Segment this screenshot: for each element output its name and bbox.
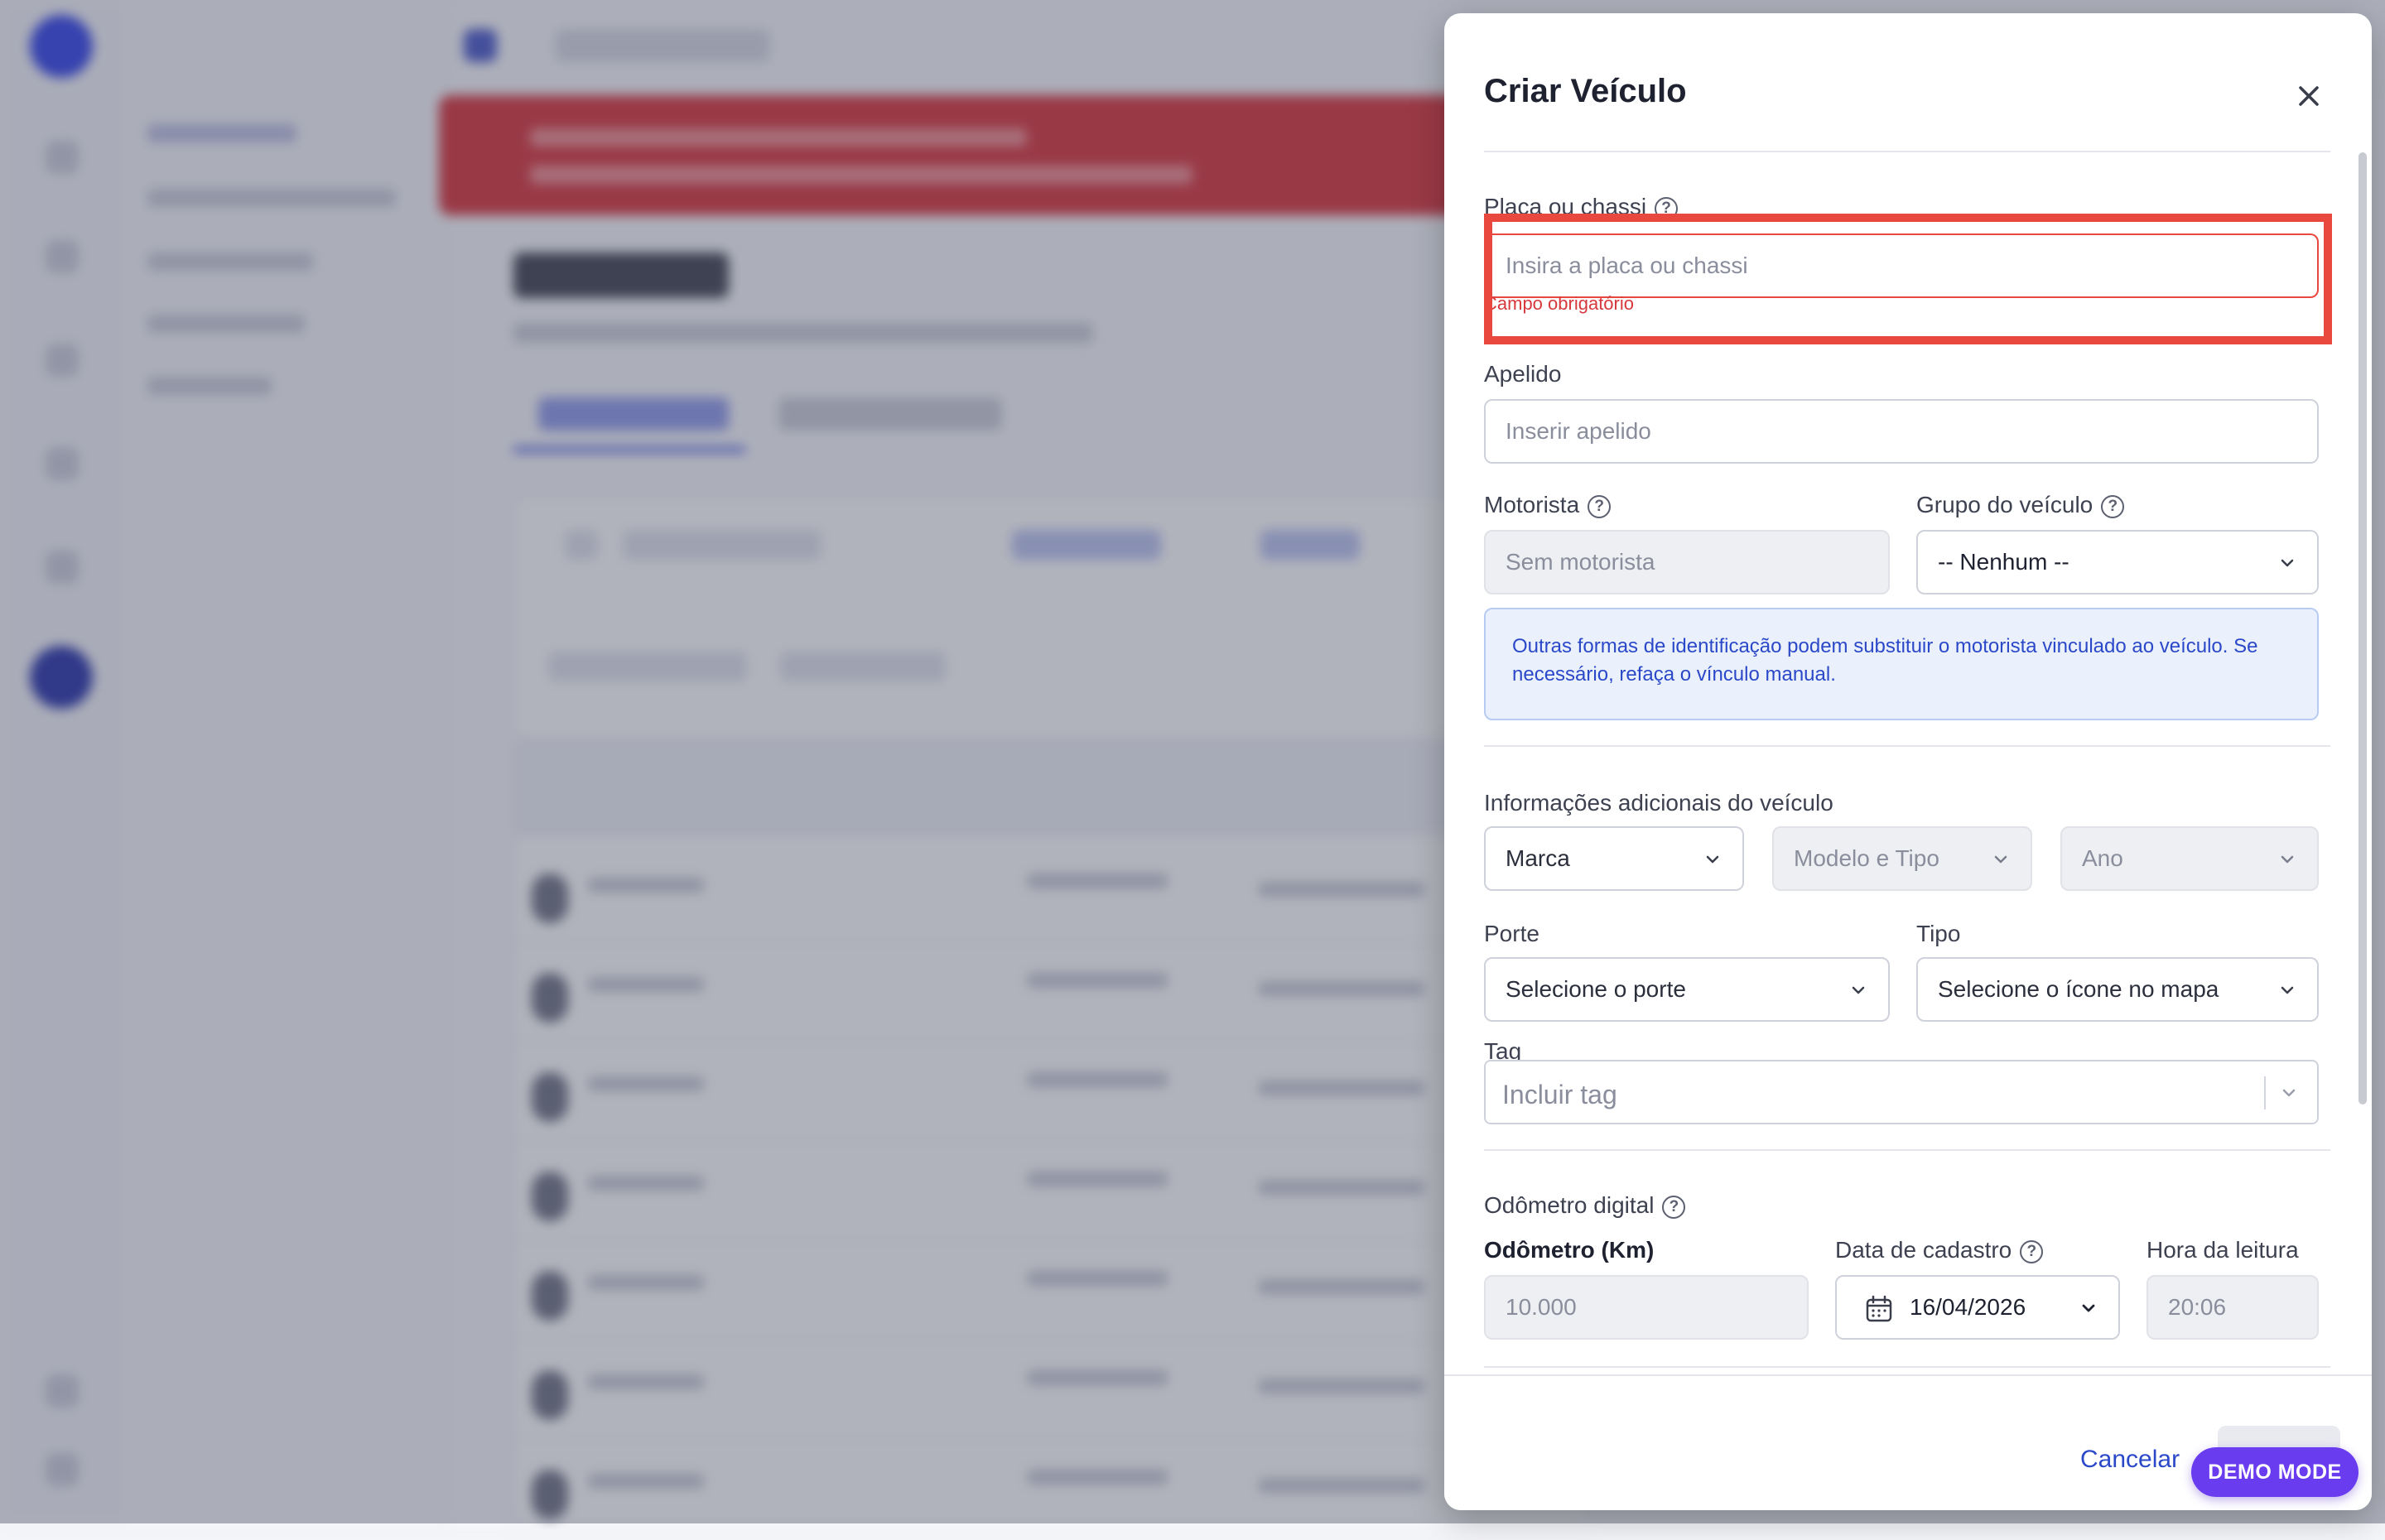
odometer-section-label-text: Odômetro digital	[1484, 1192, 1655, 1218]
demo-mode-badge[interactable]: DEMO MODE	[2191, 1447, 2358, 1497]
divider	[1484, 151, 2330, 152]
date-label: Data de cadastro?	[1835, 1237, 2044, 1263]
tag-select[interactable]: Incluir tag	[1484, 1060, 2319, 1124]
driver-info-message: Outras formas de identificação podem sub…	[1484, 608, 2319, 720]
model-value: Modelo e Tipo	[1794, 845, 1939, 871]
vehicle-group-select[interactable]: -- Nenhum --	[1916, 530, 2319, 594]
size-label: Porte	[1484, 921, 1539, 946]
chevron-down-icon	[2082, 1304, 2095, 1312]
modal-scrollbar[interactable]	[2358, 152, 2367, 1104]
brand-select[interactable]: Marca	[1484, 826, 1744, 891]
divider	[1484, 1149, 2330, 1151]
type-label: Tipo	[1916, 921, 1961, 946]
driver-label-text: Motorista	[1484, 492, 1580, 517]
year-select: Ano	[2060, 826, 2319, 891]
time-input	[2146, 1275, 2319, 1340]
odometer-km-input	[1484, 1275, 1809, 1340]
calendar-icon	[1866, 1295, 1892, 1322]
brand-value: Marca	[1506, 845, 1570, 871]
cancel-button[interactable]: Cancelar	[2080, 1446, 2180, 1474]
date-value: 16/04/2026	[1910, 1294, 2026, 1320]
help-icon[interactable]: ?	[1588, 495, 1612, 518]
chevron-down-icon	[1706, 855, 1719, 864]
chevron-down-icon	[1994, 855, 2007, 864]
date-picker[interactable]: 16/04/2026	[1835, 1275, 2120, 1340]
required-field-highlight	[1484, 214, 2332, 344]
additional-info-label: Informações adicionais do veículo	[1484, 790, 1833, 816]
chevron-down-icon	[2282, 1089, 2296, 1097]
type-value: Selecione o ícone no mapa	[1938, 976, 2219, 1002]
time-label: Hora da leitura	[2146, 1237, 2299, 1263]
chevron-down-icon	[2281, 986, 2294, 994]
odometer-section-label: Odômetro digital?	[1484, 1192, 1686, 1219]
driver-label: Motorista?	[1484, 492, 1612, 518]
type-select[interactable]: Selecione o ícone no mapa	[1916, 957, 2319, 1022]
help-icon[interactable]: ?	[2101, 495, 2125, 518]
nickname-label: Apelido	[1484, 361, 1562, 387]
chevron-down-icon	[2281, 559, 2294, 567]
close-icon[interactable]	[2289, 76, 2329, 116]
chevron-down-icon	[1852, 986, 1865, 994]
divider	[2264, 1076, 2266, 1109]
odometer-km-label: Odômetro (Km)	[1484, 1237, 1655, 1263]
help-icon[interactable]: ?	[2020, 1240, 2044, 1263]
divider	[1484, 1366, 2330, 1368]
nickname-input[interactable]	[1484, 399, 2319, 464]
vehicle-group-label-text: Grupo do veículo	[1916, 492, 2094, 517]
size-value: Selecione o porte	[1506, 976, 1686, 1002]
modal-title: Criar Veículo	[1484, 73, 1687, 109]
model-select: Modelo e Tipo	[1772, 826, 2032, 891]
help-icon[interactable]: ?	[1662, 1196, 1686, 1219]
vehicle-group-label: Grupo do veículo?	[1916, 492, 2125, 518]
date-label-text: Data de cadastro	[1835, 1237, 2012, 1263]
year-value: Ano	[2082, 845, 2123, 871]
chevron-down-icon	[2281, 855, 2294, 864]
tag-placeholder: Incluir tag	[1502, 1080, 1617, 1109]
divider	[1484, 745, 2330, 747]
vehicle-group-value: -- Nenhum --	[1938, 549, 2069, 575]
driver-input	[1484, 530, 1890, 594]
size-select[interactable]: Selecione o porte	[1484, 957, 1890, 1022]
